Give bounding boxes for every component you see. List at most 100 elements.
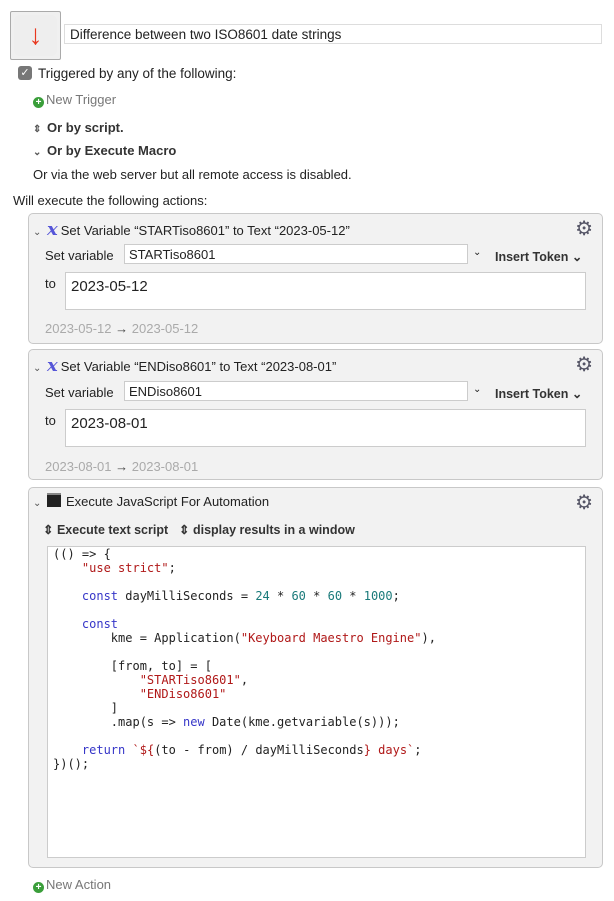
gear-icon[interactable]: ⚙ <box>575 352 593 377</box>
to-label: to <box>45 413 56 428</box>
plus-circle-icon: + <box>33 882 44 893</box>
output-mode-popup[interactable]: ⇕ display results in a window <box>179 522 355 537</box>
code-token: "STARTiso8601" <box>139 673 241 687</box>
or-by-script-popup[interactable]: ⇕ Or by script. <box>33 120 124 135</box>
code-token: (() => { <box>53 547 111 561</box>
script-mode-popup[interactable]: ⇕ Execute text script <box>43 522 168 537</box>
set-variable-label: Set variable <box>45 385 114 400</box>
arrow-right-icon: → <box>115 459 129 474</box>
code-token: new <box>183 715 205 729</box>
code-token: .map(s => <box>53 715 184 729</box>
code-token: ] <box>53 701 119 715</box>
code-token: * <box>269 589 292 603</box>
triggers-label: Triggered by any of the following: <box>38 66 237 81</box>
code-token: * <box>305 589 328 603</box>
updown-chevron-icon: ⇕ <box>43 523 54 537</box>
code-token: 1000 <box>363 589 393 603</box>
code-token: , <box>240 673 249 687</box>
insert-token-label: Insert Token <box>495 387 569 401</box>
chevron-down-icon[interactable]: ⌄ <box>473 384 481 395</box>
chevron-down-icon: ⌄ <box>33 147 42 158</box>
insert-token-label: Insert Token <box>495 250 569 264</box>
code-line: "ENDiso8601" <box>53 687 580 701</box>
gear-icon[interactable]: ⚙ <box>575 490 593 515</box>
code-token: Date(kme.getvariable(s))); <box>204 715 400 729</box>
code-token: "Keyboard Maestro Engine" <box>240 631 422 645</box>
to-label: to <box>45 276 56 291</box>
code-line: const dayMilliSeconds = 24 * 60 * 60 * 1… <box>53 589 580 603</box>
code-token: const <box>81 589 119 603</box>
result-to: 2023-08-01 <box>131 459 199 474</box>
code-line: })(); <box>53 757 580 771</box>
chevron-down-icon[interactable]: ⌄ <box>473 247 481 258</box>
macro-icon-well[interactable]: ↓ <box>10 11 61 60</box>
code-line: "STARTiso8601", <box>53 673 580 687</box>
new-trigger-button[interactable]: + New Trigger <box>33 92 116 108</box>
action-header: ⌄ x Set Variable “ENDiso8601” to Text “202… <box>33 355 336 376</box>
code-line: return `${(to - from) / dayMilliSeconds}… <box>53 743 580 757</box>
or-by-execute-macro-label: Or by Execute Macro <box>47 143 177 158</box>
updown-chevron-icon: ⇕ <box>33 124 42 135</box>
code-token: 60 <box>291 589 306 603</box>
code-token: "ENDiso8601" <box>139 687 227 701</box>
gear-icon[interactable]: ⚙ <box>575 216 593 241</box>
variable-name-field[interactable]: STARTiso8601 <box>124 244 468 264</box>
code-line: const <box>53 617 580 631</box>
code-token: `${ <box>132 743 155 757</box>
action-set-variable-start[interactable]: ⌄ x Set Variable “STARTiso8601” to Text “2… <box>28 213 603 344</box>
code-token: * <box>342 589 364 603</box>
arrow-right-icon: → <box>115 321 129 336</box>
insert-token-button[interactable]: Insert Token ⌄ <box>495 386 582 401</box>
action-header: ⌄ Execute JavaScript For Automation <box>33 493 269 509</box>
code-token: [from, to] = [ <box>53 659 212 673</box>
chevron-down-icon[interactable]: ⌄ <box>33 227 47 238</box>
code-token: kme = Application( <box>53 631 241 645</box>
triggers-checkbox[interactable]: ✓ <box>18 66 32 80</box>
text-field[interactable]: 2023-08-01 <box>65 409 586 447</box>
web-server-note: Or via the web server but all remote acc… <box>33 167 352 182</box>
code-token: 60 <box>327 589 343 603</box>
or-by-execute-macro-disclosure[interactable]: ⌄ Or by Execute Macro <box>33 143 176 158</box>
terminal-icon <box>47 493 61 507</box>
action-set-variable-end[interactable]: ⌄ x Set Variable “ENDiso8601” to Text “202… <box>28 349 603 480</box>
code-token: (to - from) / dayMilliSeconds <box>154 743 364 757</box>
chevron-down-icon[interactable]: ⌄ <box>33 498 47 509</box>
new-trigger-label: New Trigger <box>46 92 117 107</box>
code-token: return <box>81 743 126 757</box>
code-token: ), <box>421 631 436 645</box>
code-token: } days` <box>363 743 415 757</box>
insert-token-button[interactable]: Insert Token ⌄ <box>495 249 582 264</box>
code-token: "use strict" <box>81 561 169 575</box>
result-preview: 2023-08-01 → 2023-08-01 <box>45 459 198 474</box>
action-title: Set Variable “ENDiso8601” to Text “2023-… <box>60 359 337 374</box>
actions-label: Will execute the following actions: <box>13 193 208 208</box>
code-line: [from, to] = [ <box>53 659 580 673</box>
variable-name-field[interactable]: ENDiso8601 <box>124 381 468 401</box>
chevron-down-icon[interactable]: ⌄ <box>33 363 47 374</box>
action-execute-jxa[interactable]: ⌄ Execute JavaScript For Automation ⚙ ⇕ E… <box>28 487 603 868</box>
script-editor[interactable]: (() => { "use strict"; const dayMilliSec… <box>47 546 586 858</box>
new-action-button[interactable]: + New Action <box>33 877 111 893</box>
code-token: dayMilliSeconds = <box>118 589 256 603</box>
macro-name-field[interactable]: Difference between two ISO8601 date stri… <box>64 24 602 44</box>
output-mode-label: display results in a window <box>192 523 355 537</box>
text-field[interactable]: 2023-05-12 <box>65 272 586 310</box>
new-action-label: New Action <box>46 877 112 892</box>
action-header: ⌄ x Set Variable “STARTiso8601” to Text “2… <box>33 219 350 240</box>
code-token: })(); <box>53 757 90 771</box>
updown-chevron-icon: ⇕ <box>179 523 190 537</box>
result-to: 2023-05-12 <box>131 321 199 336</box>
plus-circle-icon: + <box>33 97 44 108</box>
code-line: (() => { <box>53 547 580 561</box>
result-preview: 2023-05-12 → 2023-05-12 <box>45 321 198 336</box>
action-title: Execute JavaScript For Automation <box>66 494 270 509</box>
code-token: 24 <box>255 589 270 603</box>
